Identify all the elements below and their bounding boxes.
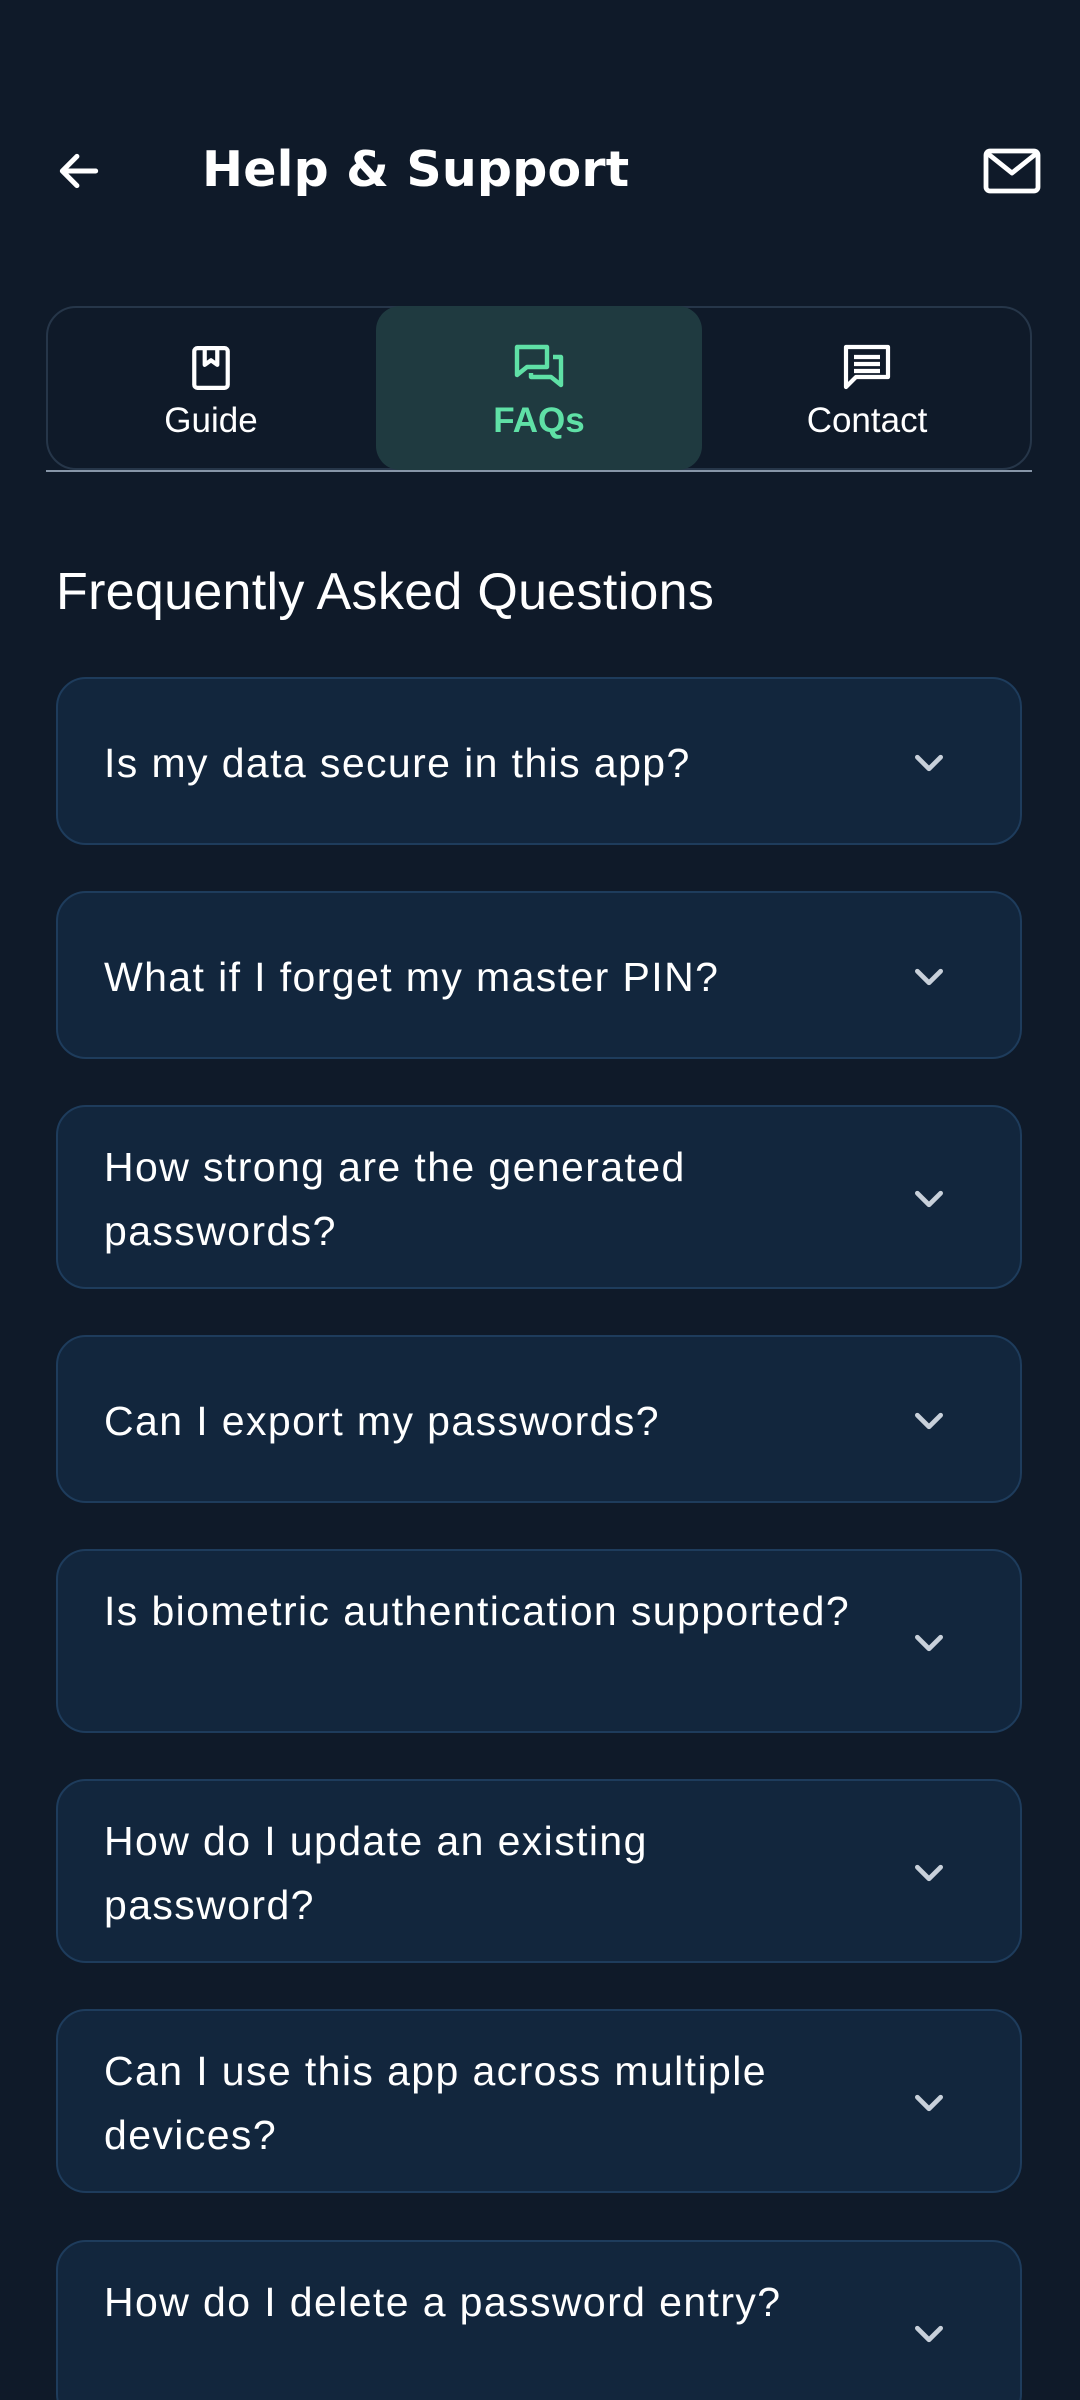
faq-item[interactable]: Is my data secure in this app? (56, 677, 1022, 845)
faq-item[interactable]: Can I export my passwords? (56, 1335, 1022, 1503)
chevron-down-icon (915, 754, 943, 772)
chat-bubbles-icon (514, 344, 564, 388)
faq-question: Is my data secure in this app? (104, 740, 691, 786)
chevron-down-icon (915, 968, 943, 986)
tab-guide-label: Guide (164, 401, 258, 440)
faq-expand-button[interactable] (896, 1840, 962, 1906)
faq-question: Can I use this app across multiple devic… (104, 2048, 767, 2158)
help-support-screen: Help & Support Guide FAQs Contact Freque… (0, 0, 1080, 2400)
faq-expand-button[interactable] (896, 1610, 962, 1676)
faq-item[interactable]: How do I delete a password entry? (56, 2240, 1022, 2400)
faq-expand-button[interactable] (896, 944, 962, 1010)
faq-expand-button[interactable] (896, 1166, 962, 1232)
tab-faqs[interactable]: FAQs (376, 306, 702, 470)
chevron-down-icon (915, 1864, 943, 1882)
mail-button[interactable] (972, 138, 1052, 204)
faq-expand-button[interactable] (896, 730, 962, 796)
chevron-down-icon (915, 2325, 943, 2343)
chevron-down-icon (915, 1190, 943, 1208)
chevron-down-icon (915, 2094, 943, 2112)
faq-question: How strong are the generated passwords? (104, 1144, 686, 1254)
chevron-down-icon (915, 1412, 943, 1430)
faq-item[interactable]: Is biometric authentication supported? (56, 1549, 1022, 1733)
mail-icon (983, 148, 1041, 194)
message-icon (843, 344, 891, 390)
faq-question: Can I export my passwords? (104, 1398, 660, 1444)
tab-contact-label: Contact (806, 401, 928, 440)
faq-item[interactable]: How strong are the generated passwords? (56, 1105, 1022, 1289)
tab-contact[interactable]: Contact (704, 308, 1030, 468)
tab-bar: Guide FAQs Contact (46, 306, 1032, 470)
faq-expand-button[interactable] (896, 2301, 962, 2367)
chevron-down-icon (915, 1634, 943, 1652)
tab-faqs-label: FAQs (493, 401, 585, 440)
faq-question: How do I delete a password entry? (104, 2279, 782, 2325)
arrow-left-icon (59, 153, 99, 189)
page-title: Help & Support (202, 141, 630, 198)
faq-expand-button[interactable] (896, 1388, 962, 1454)
faq-question: How do I update an existing password? (104, 1818, 648, 1928)
section-title: Frequently Asked Questions (56, 563, 715, 621)
faq-item[interactable]: How do I update an existing password? (56, 1779, 1022, 1963)
faq-expand-button[interactable] (896, 2070, 962, 2136)
book-icon (192, 346, 230, 390)
faq-item[interactable]: Can I use this app across multiple devic… (56, 2009, 1022, 2193)
tab-bar-underline (46, 470, 1032, 472)
tab-guide[interactable]: Guide (48, 308, 374, 468)
faq-item[interactable]: What if I forget my master PIN? (56, 891, 1022, 1059)
app-header: Help & Support (0, 120, 1080, 220)
back-button[interactable] (46, 138, 112, 204)
faq-question: Is biometric authentication supported? (104, 1588, 851, 1634)
faq-question: What if I forget my master PIN? (104, 954, 720, 1000)
